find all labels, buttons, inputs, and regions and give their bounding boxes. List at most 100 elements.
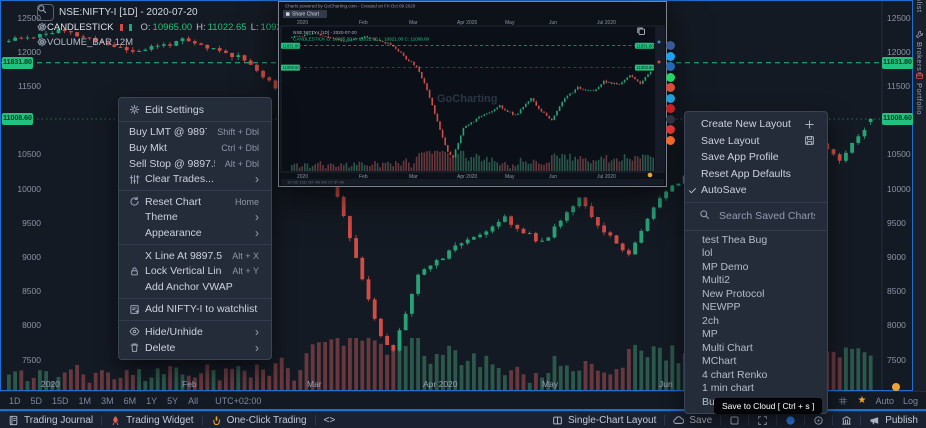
layout-icon	[552, 415, 563, 426]
price-tick-left: 8000	[3, 320, 41, 330]
price-tick-right: 11500	[887, 81, 910, 91]
reset-icon	[129, 196, 145, 207]
context-menu-item-buy-lmt-9897-59[interactable]: Buy LMT @ 9897.59Shift + Dbl	[119, 125, 271, 141]
share-button-icon[interactable]	[666, 125, 675, 134]
toolbar-single-chart-layout-button[interactable]: Single-Chart Layout	[544, 412, 664, 428]
shortcut-label: Alt + Y	[232, 266, 259, 276]
scale-log-toggle[interactable]: Log	[903, 396, 918, 406]
share-button-icon[interactable]	[666, 136, 675, 145]
timezone-label[interactable]: UTC+02:00	[215, 396, 261, 406]
context-menu-item-delete[interactable]: Delete›	[119, 340, 271, 356]
submenu-arrow-icon: ›	[255, 343, 259, 353]
time-axis-label: Feb	[182, 379, 197, 389]
study-name: CANDLESTICK	[47, 22, 114, 33]
saved-chart-item[interactable]: MP Demo	[685, 261, 827, 275]
saved-chart-item[interactable]: lol	[685, 247, 827, 261]
sliders-icon	[129, 174, 145, 185]
timeframe-option-1y[interactable]: 1Y	[141, 396, 162, 406]
saved-chart-item[interactable]: 1 min chart	[685, 382, 827, 396]
share-button-icon[interactable]	[666, 94, 675, 103]
favorite-star-icon[interactable]: ★	[857, 395, 866, 406]
svg-text:NSE:NIFTY-I [1D] - 2020-07-20: NSE:NIFTY-I [1D] - 2020-07-20	[293, 30, 357, 35]
saved-chart-item[interactable]: 2ch	[685, 315, 827, 329]
symbol-search-icon[interactable]	[37, 4, 54, 21]
layout-menu-item-create-new-layout[interactable]: Create New Layout	[685, 116, 827, 133]
side-tab-portfolio[interactable]: Portfolio	[913, 71, 926, 115]
layout-menu-item-save-app-profile[interactable]: Save App Profile	[685, 149, 827, 166]
context-menu-item-sell-stop-9897-59[interactable]: Sell Stop @ 9897.59Alt + Dbl	[119, 156, 271, 172]
trash-icon	[129, 342, 145, 353]
toolbar-save-button[interactable]: Save	[665, 412, 720, 428]
toolbar-publish-button[interactable]: Publish	[861, 412, 926, 428]
scale-auto-toggle[interactable]: Auto	[875, 396, 894, 406]
share-button-icon[interactable]	[666, 62, 675, 71]
toolbar-square-button[interactable]	[721, 412, 748, 428]
expand-icon	[757, 415, 768, 426]
saved-chart-item[interactable]: 4 chart Renko	[685, 369, 827, 383]
saved-chart-item[interactable]: Multi Chart	[685, 342, 827, 356]
side-tab-watchlist[interactable]: Watchlist	[913, 0, 926, 13]
svg-text:May: May	[505, 20, 515, 26]
toolbar-circle-fill-button[interactable]	[777, 412, 804, 428]
saved-chart-item[interactable]: MP	[685, 328, 827, 342]
timeframe-option-1d[interactable]: 1D	[4, 396, 26, 406]
svg-text:Jul 2020: Jul 2020	[597, 20, 616, 26]
layout-menu-item-reset-app-defaults[interactable]: Reset App Defaults	[685, 166, 827, 183]
context-menu-item-hide-unhide[interactable]: Hide/Unhide›	[119, 324, 271, 340]
toolbar-button-button[interactable]: <>	[316, 412, 344, 428]
timeframe-option-all[interactable]: All	[183, 396, 203, 406]
saved-charts-search-input[interactable]	[717, 209, 817, 223]
context-menu-item-edit-settings[interactable]: Edit Settings	[119, 102, 271, 118]
timeframe-option-5y[interactable]: 5Y	[162, 396, 183, 406]
layout-menu-item-save-layout[interactable]: Save Layout	[685, 133, 827, 150]
context-menu-item-x-line-at-9897-59[interactable]: X Line At 9897.59Alt + X	[119, 248, 271, 264]
timeframe-option-3m[interactable]: 3M	[96, 396, 119, 406]
context-menu-item-add-anchor-vwap[interactable]: Add Anchor VWAP	[119, 279, 271, 295]
bank-icon	[841, 415, 852, 426]
share-button-icon[interactable]	[666, 52, 675, 61]
save-tooltip: Save to Cloud [ Ctrl + s ]	[714, 398, 822, 414]
pointer-icon	[211, 415, 222, 426]
timeframe-option-1m[interactable]: 1M	[74, 396, 97, 406]
share-button-icon[interactable]	[666, 73, 675, 82]
share-button-icon[interactable]	[666, 41, 675, 50]
timeframe-option-5d[interactable]: 5D	[26, 396, 48, 406]
chart-context-menu: Edit Settings Buy LMT @ 9897.59Shift + Db…	[118, 97, 272, 360]
journal-icon	[8, 415, 19, 426]
toolbar-one-click-trading-button[interactable]: One-Click Trading	[203, 412, 315, 428]
context-menu-item-clear-trades[interactable]: Clear Trades...›	[119, 171, 271, 187]
side-tab-brokers[interactable]: Brokers	[913, 30, 926, 71]
toolbar-bank-button[interactable]	[833, 412, 860, 428]
saved-chart-item[interactable]: New Protocol	[685, 288, 827, 302]
context-menu-item-appearance[interactable]: Appearance›	[119, 225, 271, 241]
shortcut-label: Shift + Dbl	[217, 127, 259, 137]
toolbar-target-button[interactable]	[805, 412, 832, 428]
context-menu-item-reset-chart[interactable]: Reset ChartHome	[119, 194, 271, 210]
toolbar-expand-button[interactable]	[749, 412, 776, 428]
saved-chart-item[interactable]: Multi2	[685, 274, 827, 288]
grid-settings-icon[interactable]	[838, 396, 848, 406]
layout-menu: Create New LayoutSave LayoutSave App Pro…	[684, 111, 828, 414]
saved-chart-item[interactable]: NEWPP	[685, 301, 827, 315]
timeframe-option-15d[interactable]: 15D	[47, 396, 74, 406]
context-menu-item-lock-vertical-line[interactable]: Lock Vertical LineAlt + Y	[119, 263, 271, 279]
timeframe-option-6m[interactable]: 6M	[119, 396, 142, 406]
svg-text:CANDLESTICK O: 10965.00 H: 110: CANDLESTICK O: 10965.00 H: 11022.65 L: 1…	[293, 37, 430, 42]
toolbar-trading-widget-button[interactable]: Trading Widget	[102, 412, 201, 428]
share-button-icon[interactable]	[666, 104, 675, 113]
menu-separator	[119, 244, 271, 245]
share-button-icon[interactable]	[666, 83, 675, 92]
chart-header-row: NSE:NIFTY-I [1D] - 2020-07-20	[37, 4, 198, 21]
context-menu-item-buy-mkt[interactable]: Buy MktCtrl + Dbl	[119, 140, 271, 156]
context-menu-item-theme[interactable]: Theme›	[119, 210, 271, 226]
saved-chart-item[interactable]: MChart	[685, 355, 827, 369]
toolbar-trading-journal-button[interactable]: Trading Journal	[0, 412, 101, 428]
time-axis-label: Jun	[659, 379, 673, 389]
share-button-icon[interactable]	[666, 115, 675, 124]
price-tick-right: 9500	[887, 218, 906, 228]
layout-menu-item-autosave[interactable]: AutoSave	[685, 182, 827, 199]
context-menu-item-add-nifty-i-to-watchlist[interactable]: Add NIFTY-I to watchlist	[119, 302, 271, 318]
saved-chart-item[interactable]: test Thea Bug	[685, 234, 827, 248]
price-tick-left: 12500	[3, 13, 41, 23]
svg-text:Apr 2020: Apr 2020	[457, 20, 478, 26]
